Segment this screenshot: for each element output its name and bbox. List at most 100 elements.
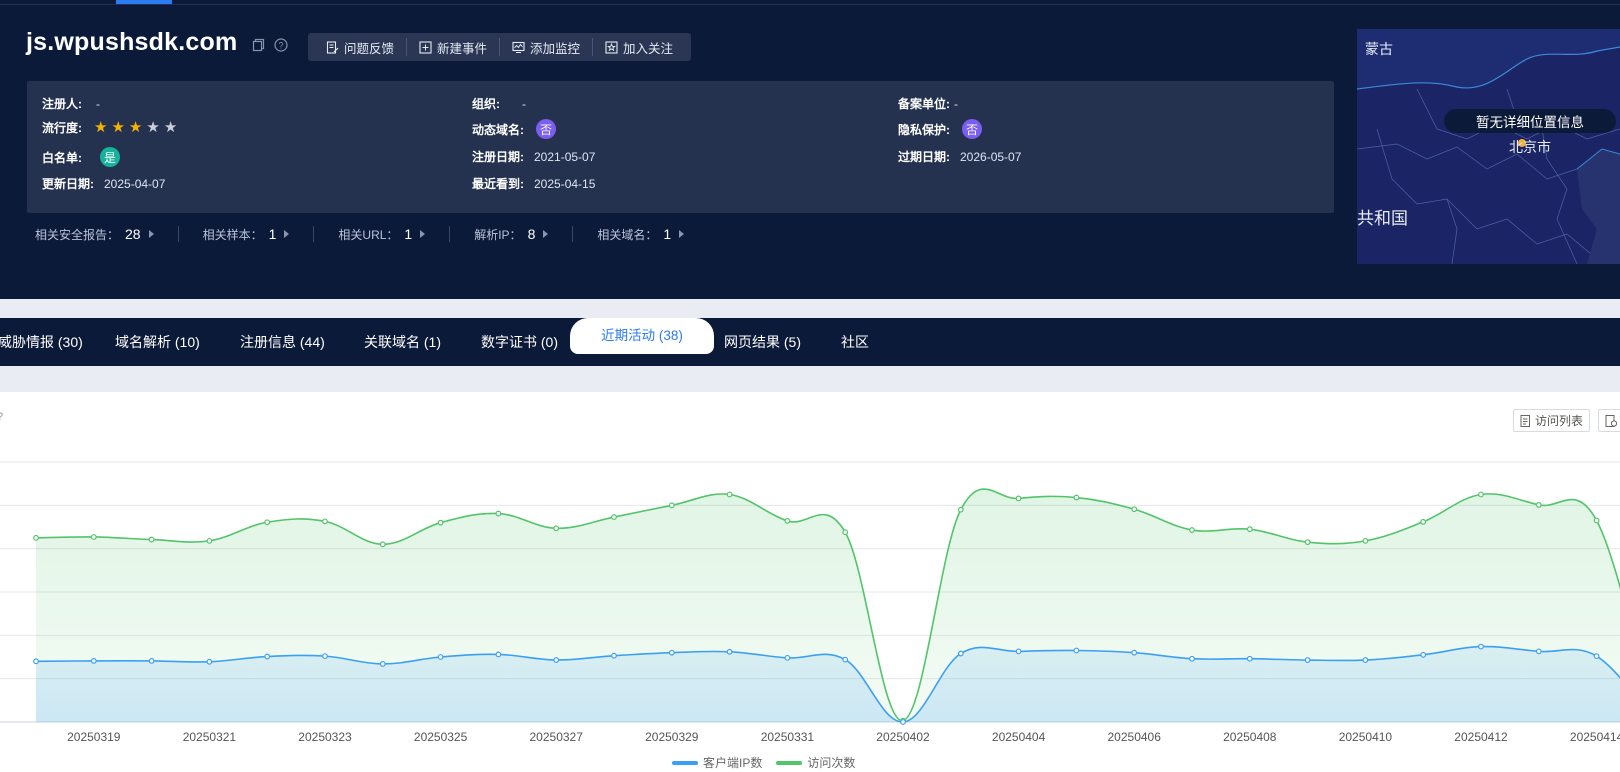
tab-recent-activity[interactable]: 近期活动 (38) xyxy=(570,318,714,354)
data-point[interactable] xyxy=(900,719,906,725)
add-monitor-label: 添加监控 xyxy=(530,41,581,56)
x-tick-label: 20250410 xyxy=(1339,730,1393,744)
data-point[interactable] xyxy=(784,518,791,524)
data-point[interactable] xyxy=(1304,657,1311,663)
data-point[interactable] xyxy=(1535,648,1542,655)
filing-label: 备案单位: xyxy=(898,97,950,111)
caret-right-icon xyxy=(420,230,426,238)
data-point[interactable] xyxy=(1420,518,1427,525)
data-point[interactable] xyxy=(1535,501,1542,508)
data-point[interactable] xyxy=(1420,651,1427,658)
add-monitor-button[interactable]: 添加监控 xyxy=(500,38,594,56)
data-point[interactable] xyxy=(90,658,97,664)
tab-related-domains[interactable]: 关联域名 (1) xyxy=(364,318,441,366)
legend-item-visits[interactable]: 访问次数 xyxy=(776,754,855,771)
legend-item-ip[interactable]: 客户端IP数 xyxy=(672,754,762,771)
follow-button[interactable]: 加入关注 xyxy=(593,38,685,56)
data-point[interactable] xyxy=(264,519,271,526)
data-point[interactable] xyxy=(90,534,97,540)
data-point[interactable] xyxy=(322,518,328,525)
data-point[interactable] xyxy=(957,650,964,657)
stat-security-reports[interactable]: 相关安全报告： 28 xyxy=(35,226,179,242)
data-point[interactable] xyxy=(1246,655,1253,662)
data-point[interactable] xyxy=(206,658,213,665)
follow-label: 加入关注 xyxy=(623,41,674,56)
data-point[interactable] xyxy=(206,537,213,544)
data-point[interactable] xyxy=(1015,495,1022,502)
data-point[interactable] xyxy=(611,514,617,520)
stat-label: 相关URL： xyxy=(338,227,399,242)
data-point[interactable] xyxy=(842,529,849,536)
caret-right-icon xyxy=(148,230,154,238)
map-region-label: 共和国 xyxy=(1357,209,1408,228)
domain-title: js.wpushsdk.com xyxy=(26,28,238,56)
stat-samples[interactable]: 相关样本： 1 xyxy=(179,226,315,242)
tab-registration[interactable]: 注册信息 (44) xyxy=(240,318,325,366)
tab-web-results[interactable]: 网页结果 (5) xyxy=(724,318,801,366)
stat-label: 解析IP： xyxy=(474,227,522,242)
data-point[interactable] xyxy=(495,510,502,517)
whitelist-row: 白名单: 是 xyxy=(42,147,120,167)
data-point[interactable] xyxy=(553,657,560,663)
data-point[interactable] xyxy=(1478,491,1484,498)
data-point[interactable] xyxy=(264,653,271,660)
tab-certificates[interactable]: 数字证书 (0) xyxy=(481,318,558,366)
new-event-label: 新建事件 xyxy=(437,41,488,56)
data-point[interactable] xyxy=(1304,539,1311,546)
stat-resolved-ips[interactable]: 解析IP： 8 xyxy=(450,226,574,242)
data-point[interactable] xyxy=(148,536,155,543)
tab-threat-intel[interactable]: 威胁情报 (30) xyxy=(0,318,83,366)
stat-related-domains[interactable]: 相关域名： 1 xyxy=(573,226,708,242)
tab-community[interactable]: 社区 xyxy=(841,318,869,366)
tab-dns-resolution[interactable]: 域名解析 (10) xyxy=(115,318,200,366)
data-point[interactable] xyxy=(148,658,155,664)
data-point[interactable] xyxy=(437,519,444,526)
data-point[interactable] xyxy=(1015,648,1022,655)
activity-chart: 20250319 20250321 20250323 20250325 20250327… xyxy=(0,461,1620,744)
privacy-label: 隐私保护: xyxy=(898,122,950,137)
data-point[interactable] xyxy=(1073,647,1080,654)
data-point[interactable] xyxy=(1593,517,1600,524)
data-point[interactable] xyxy=(1362,657,1369,663)
stat-value: 8 xyxy=(527,226,536,242)
data-point[interactable] xyxy=(1131,649,1138,656)
data-point[interactable] xyxy=(1593,653,1600,660)
x-tick-label: 20250408 xyxy=(1223,730,1277,744)
data-point[interactable] xyxy=(33,534,39,541)
data-point[interactable] xyxy=(842,656,849,663)
data-point[interactable] xyxy=(668,502,675,509)
new-event-button[interactable]: 新建事件 xyxy=(407,38,501,56)
activity-chart-card: ? 访问列表 202503192025032120250323202503252… xyxy=(0,392,1620,772)
data-point[interactable] xyxy=(379,541,386,548)
copy-icon[interactable] xyxy=(252,38,266,52)
data-point[interactable] xyxy=(611,652,617,659)
feedback-button[interactable]: 问题反馈 xyxy=(314,38,408,56)
data-point[interactable] xyxy=(1478,643,1484,650)
x-tick-label: 20250414 xyxy=(1570,730,1620,744)
x-tick-label: 20250404 xyxy=(992,730,1046,744)
stat-urls[interactable]: 相关URL： 1 xyxy=(314,226,451,242)
data-point[interactable] xyxy=(1189,655,1195,662)
data-point[interactable] xyxy=(726,648,733,655)
tab-bar: 威胁情报 (30) 域名解析 (10) 注册信息 (44) 关联域名 (1) 数… xyxy=(0,318,1620,366)
star-square-icon xyxy=(605,40,618,54)
data-point[interactable] xyxy=(1246,526,1253,533)
data-point[interactable] xyxy=(726,491,733,498)
data-point[interactable] xyxy=(1131,506,1138,513)
data-point[interactable] xyxy=(495,651,502,658)
help-icon[interactable]: ? xyxy=(274,38,288,52)
location-map[interactable]: 蒙古 共和国 北京市 暂无详细位置信息 xyxy=(1357,29,1620,264)
data-point[interactable] xyxy=(322,653,328,660)
data-point[interactable] xyxy=(784,654,791,661)
data-point[interactable] xyxy=(553,525,560,532)
data-point[interactable] xyxy=(1189,527,1195,533)
data-point[interactable] xyxy=(957,506,964,513)
data-point[interactable] xyxy=(33,658,39,665)
stat-value: 28 xyxy=(125,226,141,242)
data-point[interactable] xyxy=(1073,494,1080,501)
data-point[interactable] xyxy=(379,661,386,667)
data-point[interactable] xyxy=(668,649,675,656)
data-point[interactable] xyxy=(1362,537,1369,544)
x-tick-label: 20250329 xyxy=(645,730,699,744)
data-point[interactable] xyxy=(437,654,444,660)
